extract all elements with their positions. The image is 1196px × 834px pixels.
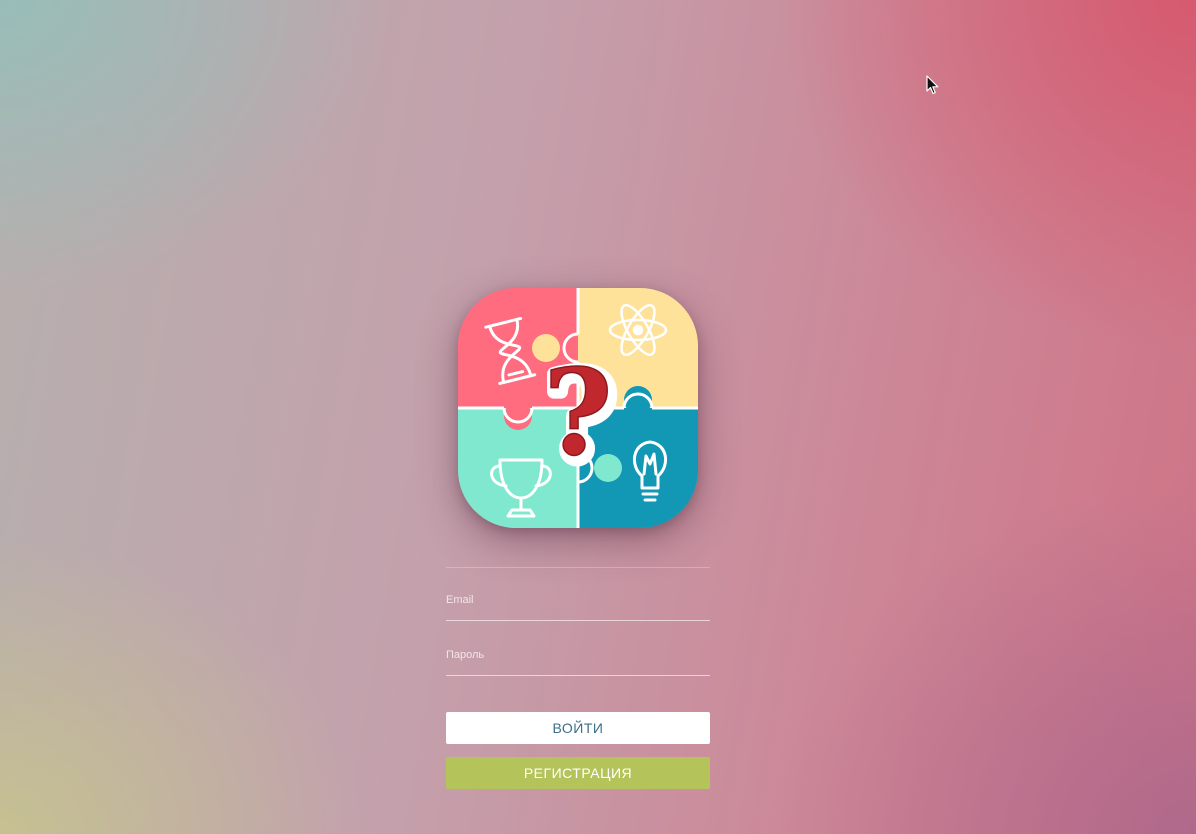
puzzle-question-icon: ? ?: [458, 288, 698, 528]
email-field: [446, 580, 710, 621]
svg-text:?: ?: [543, 343, 612, 482]
form-divider: [446, 567, 710, 568]
password-input[interactable]: [446, 635, 710, 675]
mouse-cursor-icon: [926, 75, 939, 95]
login-screen: ? ? ВОЙТИ РЕГИСТРАЦИЯ: [0, 0, 1196, 834]
question-mark-icon: ? ?: [539, 340, 622, 493]
password-field: [446, 635, 710, 676]
email-input[interactable]: [446, 580, 710, 620]
register-button[interactable]: РЕГИСТРАЦИЯ: [446, 757, 710, 789]
login-button[interactable]: ВОЙТИ: [446, 712, 710, 744]
app-logo: ? ?: [458, 288, 698, 528]
